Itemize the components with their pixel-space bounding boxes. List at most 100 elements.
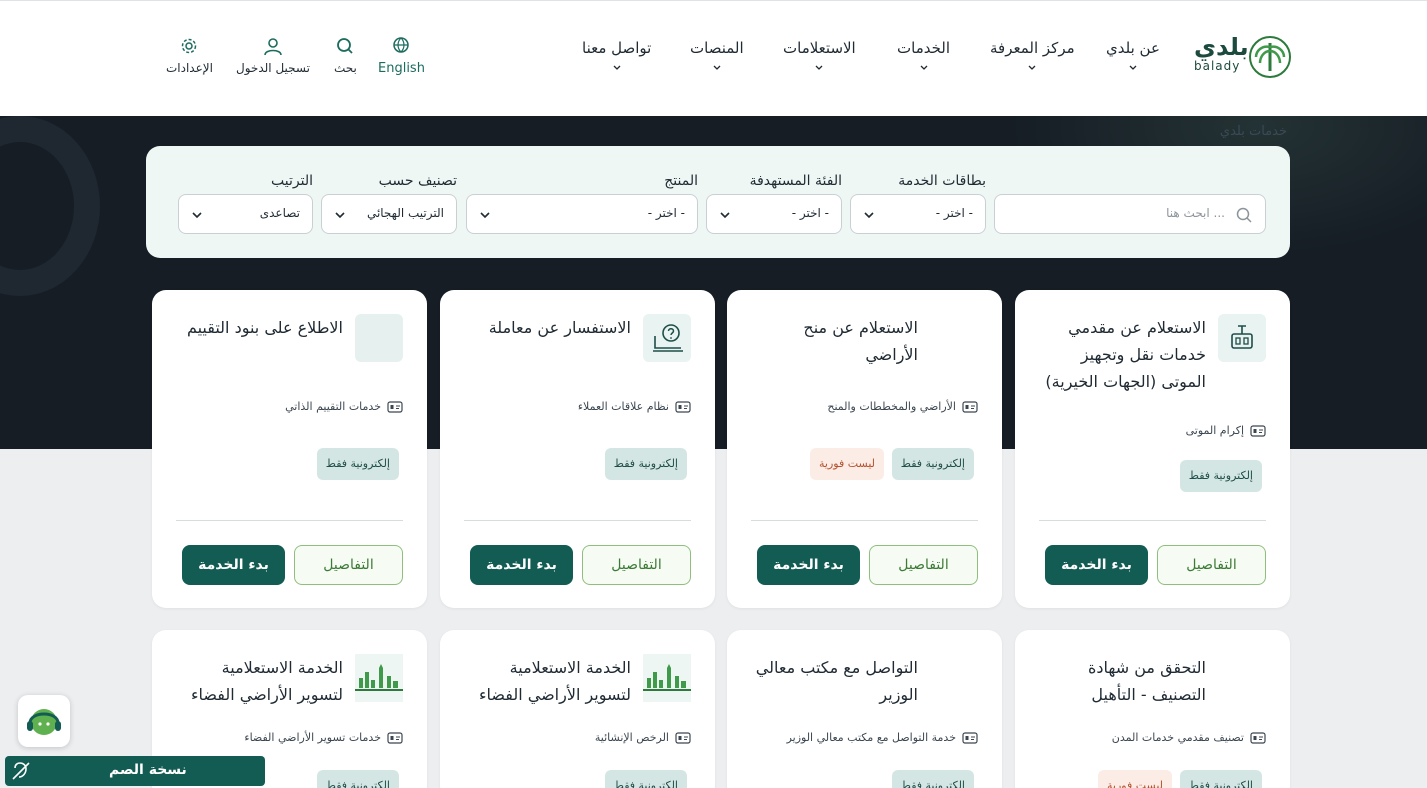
search-icon [337,38,354,54]
gear-icon [182,38,197,54]
card-title: الخدمة الاستعلامية لتسوير الأراضي الفضاء [478,658,631,704]
id-card-icon [962,731,978,744]
target-group-select[interactable]: - اختر - [706,194,842,234]
search-input[interactable]: ابحث هنا ... [994,194,1266,234]
card-title: الاستفسار عن معاملة [488,318,631,337]
headset-icon [27,709,61,735]
balady-logo[interactable]: بلدي balady [1192,33,1292,81]
target-group-label: الفئة المستهدفة [749,173,842,189]
divider [176,520,403,521]
decorative-shape [0,116,100,296]
user-icon [264,38,282,56]
chevron-down-icon [480,212,490,219]
chevron-down-icon [713,65,721,70]
id-card-icon [387,731,403,744]
details-button[interactable]: التفاصيل [1157,545,1266,585]
product-label: المنتج [664,173,698,189]
electronic-only-tag: إلكترونية فقط [316,448,399,480]
details-button[interactable]: التفاصيل [294,545,403,585]
chevron-down-icon [1129,65,1137,70]
electronic-only-tag: إلكترونية فقط [891,770,974,788]
id-card-icon [675,731,691,744]
divider [1039,520,1266,521]
product-select[interactable]: - اختر - [466,194,698,234]
card-title: الاستعلام عن مقدمي خدمات نقل وتجهيز المو… [1045,318,1206,391]
city-skyline-icon [643,654,691,702]
question-laptop-icon [643,314,691,362]
robot-icon [1218,314,1266,362]
login-button[interactable]: تسجيل الدخول [236,37,310,75]
chevron-down-icon [1028,65,1036,70]
chevron-down-icon [720,212,730,219]
divider [751,520,978,521]
electronic-only-tag: إلكترونية فقط [891,448,974,480]
id-card-icon [1250,424,1266,437]
card-category: إكرام الموتى [1186,424,1266,437]
not-instant-tag: ليست فورية [1098,770,1172,788]
classify-by-label: تصنيف حسب [378,173,457,189]
card-category: خدمات تسوير الأراضي الفضاء [244,731,403,744]
breadcrumb[interactable]: خدمات بلدي [1220,124,1287,139]
details-button[interactable]: التفاصيل [869,545,978,585]
nav-knowledge-center[interactable]: مركز المعرفة [990,39,1075,73]
nav-services[interactable]: الخدمات [897,39,950,73]
electronic-only-tag: إلكترونية فقط [604,770,687,788]
service-card[interactable]: الاستفسار عن معاملة نظام علاقات العملاء … [440,290,715,608]
sort-label: الترتيب [271,173,313,189]
card-title: الاستعلام عن منح الأراضي [803,318,918,364]
electronic-only-tag: إلكترونية فقط [316,770,399,788]
start-service-button[interactable]: بدء الخدمة [470,545,573,585]
nav-platforms[interactable]: المنصات [690,39,744,73]
service-cards-label: بطاقات الخدمة [898,173,986,189]
globe-icon [393,37,410,53]
deaf-version-button[interactable]: نسخة الصم [5,756,265,786]
service-card[interactable]: الاطلاع على بنود التقييم خدمات التقييم ا… [152,290,427,608]
chevron-down-icon [864,212,874,219]
service-card[interactable]: التواصل مع مكتب معالي الوزير خدمة التواص… [727,630,1002,788]
filter-panel: ابحث هنا ... بطاقات الخدمة - اختر - الفئ… [146,146,1290,258]
chevron-down-icon [613,65,621,70]
electronic-only-tag: إلكترونية فقط [1179,460,1262,492]
nav-contact[interactable]: تواصل معنا [582,39,651,73]
sort-select[interactable]: تصاعدى [178,194,313,234]
service-card[interactable]: التحقق من شهادة التصنيف - التأهيل تصنيف … [1015,630,1290,788]
electronic-only-tag: إلكترونية فقط [604,448,687,480]
classify-by-select[interactable]: الترتيب الهجائي [321,194,457,234]
card-category: نظام علاقات العملاء [578,400,691,413]
card-title: الاطلاع على بنود التقييم [186,318,343,337]
support-chat-button[interactable] [18,695,70,747]
settings-button[interactable]: الإعدادات [166,37,213,75]
id-card-icon [387,400,403,413]
chevron-down-icon [192,212,202,219]
not-instant-tag: ليست فورية [810,448,884,480]
start-service-button[interactable]: بدء الخدمة [182,545,285,585]
chevron-down-icon [920,65,927,70]
card-title: التواصل مع مكتب معالي الوزير [755,658,918,704]
service-card[interactable]: الاستعلام عن مقدمي خدمات نقل وتجهيز المو… [1015,290,1290,608]
service-card[interactable]: الاستعلام عن منح الأراضي الأراضي والمخطط… [727,290,1002,608]
search-button[interactable]: بحث [334,37,357,75]
palm-logo-icon [1249,36,1291,78]
nav-about[interactable]: عن بلدي [1106,39,1160,73]
site-header: بلدي balady عن بلدي مركز المعرفة الخدمات… [0,0,1427,116]
details-button[interactable]: التفاصيل [582,545,691,585]
service-cards-select[interactable]: - اختر - [850,194,986,234]
language-switch[interactable]: English [378,37,425,76]
card-title: الخدمة الاستعلامية لتسوير الأراضي الفضاء [190,658,343,704]
ear-icon [12,762,30,780]
card-category: الأراضي والمخططات والمنح [827,400,978,413]
nav-inquiries[interactable]: الاستعلامات [783,39,856,73]
start-service-button[interactable]: بدء الخدمة [757,545,860,585]
card-title: التحقق من شهادة التصنيف - التأهيل [1088,658,1206,704]
placeholder-icon [355,314,403,362]
id-card-icon [1250,731,1266,744]
card-category: الرخص الإنشائية [595,731,691,744]
start-service-button[interactable]: بدء الخدمة [1045,545,1148,585]
search-icon [1236,207,1252,223]
chevron-down-icon [335,212,345,219]
card-category: خدمات التقييم الذاتي [285,400,403,413]
id-card-icon [962,400,978,413]
card-category: تصنيف مقدمي خدمات المدن [1112,731,1266,744]
service-card[interactable]: الخدمة الاستعلامية لتسوير الأراضي الفضاء… [440,630,715,788]
city-skyline-icon [355,654,403,702]
